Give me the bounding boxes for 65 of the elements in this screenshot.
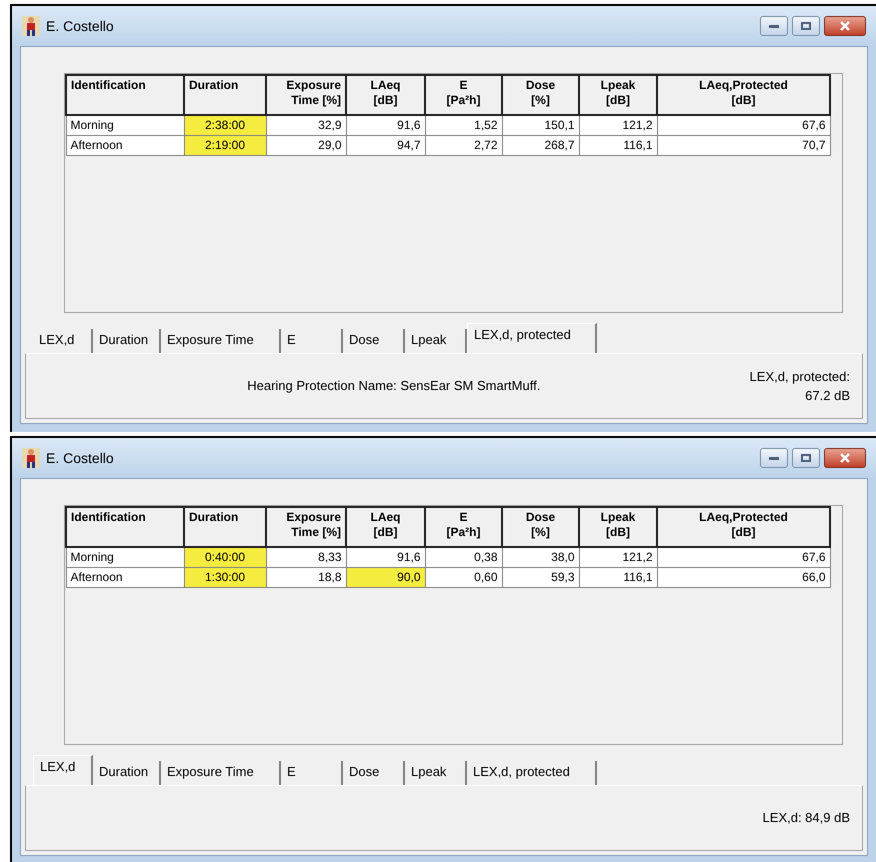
close-icon: [840, 453, 850, 463]
table-cell: 38,0: [502, 547, 579, 567]
close-button[interactable]: [824, 448, 866, 468]
table-cell: 2,72: [425, 135, 502, 155]
result-text: 67.2 dB: [805, 387, 850, 405]
result-text: LEX,d, protected:: [750, 368, 850, 386]
table-cell: 18,8: [266, 567, 346, 587]
table-cell: Morning: [66, 547, 184, 567]
table-cell: 67,6: [657, 547, 830, 567]
table-cell: Morning: [66, 115, 184, 135]
table-cell: 0,38: [425, 547, 502, 567]
tab[interactable]: E: [281, 761, 343, 785]
table-cell: 2:38:00: [184, 115, 266, 135]
tab[interactable]: Dose: [343, 761, 405, 785]
table-cell: 66,0: [657, 567, 830, 587]
result-text: LEX,d: 84,9 dB: [762, 809, 850, 828]
tab[interactable]: LEX,d, protected: [467, 323, 597, 353]
table-cell: 32,9: [266, 115, 346, 135]
minimize-button[interactable]: [760, 16, 788, 36]
table-cell: 116,1: [579, 567, 657, 587]
table-cell: 94,7: [346, 135, 425, 155]
tab[interactable]: Lpeak: [405, 761, 467, 785]
maximize-button[interactable]: [792, 448, 820, 468]
table-cell: 268,7: [502, 135, 579, 155]
tab[interactable]: Duration: [93, 329, 161, 353]
table-cell: 8,33: [266, 547, 346, 567]
table-cell: 121,2: [579, 547, 657, 567]
tab[interactable]: LEX,d, protected: [467, 761, 597, 785]
close-button[interactable]: [824, 16, 866, 36]
table-cell: 91,6: [346, 115, 425, 135]
table-cell: Afternoon: [66, 567, 184, 587]
tab[interactable]: Exposure Time: [161, 761, 281, 785]
table-cell: 0,60: [425, 567, 502, 587]
table-cell: 29,0: [266, 135, 346, 155]
table-cell: 150,1: [502, 115, 579, 135]
tab[interactable]: LEX,d: [33, 755, 93, 785]
column-header: Identification: [66, 507, 184, 547]
window-title: E. Costello: [46, 16, 114, 36]
person-icon: [22, 16, 40, 36]
column-header: Identification: [66, 75, 184, 115]
column-header: LAeq,Protected [dB]: [657, 507, 830, 547]
table-cell: 90,0: [346, 567, 425, 587]
tab[interactable]: E: [281, 329, 343, 353]
table-cell: 67,6: [657, 115, 830, 135]
table-cell: 2:19:00: [184, 135, 266, 155]
window-title: E. Costello: [46, 448, 114, 468]
table-cell: 1,52: [425, 115, 502, 135]
table-cell: 0:40:00: [184, 547, 266, 567]
table-cell: 116,1: [579, 135, 657, 155]
close-icon: [840, 21, 850, 31]
maximize-button[interactable]: [792, 16, 820, 36]
person-icon: [22, 448, 40, 468]
tab[interactable]: LEX,d: [33, 329, 93, 353]
column-header: LAeq,Protected [dB]: [657, 75, 830, 115]
table-cell: Afternoon: [66, 135, 184, 155]
table-cell: 91,6: [346, 547, 425, 567]
tab[interactable]: Dose: [343, 329, 405, 353]
minimize-button[interactable]: [760, 448, 788, 468]
table-cell: 70,7: [657, 135, 830, 155]
table-cell: 121,2: [579, 115, 657, 135]
tab[interactable]: Duration: [93, 761, 161, 785]
table-cell: 1:30:00: [184, 567, 266, 587]
table-cell: 59,3: [502, 567, 579, 587]
tab[interactable]: Exposure Time: [161, 329, 281, 353]
protection-name: Hearing Protection Name: SensEar SM SmartMuff.: [247, 377, 540, 396]
